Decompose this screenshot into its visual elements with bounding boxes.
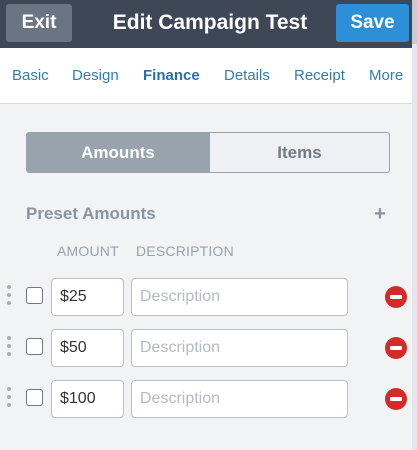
segment-items[interactable]: Items <box>209 133 389 172</box>
drag-handle-icon[interactable] <box>6 335 12 359</box>
drag-handle-icon[interactable] <box>6 386 12 410</box>
scrollbar-thumb[interactable] <box>412 0 417 44</box>
description-input[interactable]: Description <box>131 380 348 418</box>
amount-input[interactable]: $100 <box>51 380 124 418</box>
section-title: Preset Amounts <box>26 204 156 223</box>
row-checkbox[interactable] <box>26 338 43 355</box>
tab-bar: Basic Design Finance Details Receipt Mor… <box>0 48 412 104</box>
tab-design[interactable]: Design <box>72 48 119 104</box>
description-input[interactable]: Description <box>131 278 348 316</box>
preset-row: $100 Description <box>0 380 412 418</box>
column-header-amount: AMOUNT <box>57 243 119 259</box>
tab-finance[interactable]: Finance <box>143 48 200 104</box>
app-header: Exit Edit Campaign Test Save <box>0 0 417 48</box>
minus-circle-icon[interactable] <box>385 388 407 410</box>
row-checkbox[interactable] <box>26 287 43 304</box>
segment-amounts[interactable]: Amounts <box>27 133 209 172</box>
tab-more[interactable]: More <box>369 48 403 104</box>
amount-input[interactable]: $25 <box>51 278 124 316</box>
plus-icon[interactable]: + <box>372 204 388 224</box>
preset-row: $50 Description <box>0 329 412 367</box>
description-input[interactable]: Description <box>131 329 348 367</box>
exit-button[interactable]: Exit <box>6 4 72 42</box>
page-title: Edit Campaign Test <box>112 11 308 34</box>
tab-details[interactable]: Details <box>224 48 270 104</box>
scrollbar-track[interactable] <box>412 0 417 450</box>
minus-circle-icon[interactable] <box>385 286 407 308</box>
tab-basic[interactable]: Basic <box>12 48 49 104</box>
save-button[interactable]: Save <box>336 4 409 42</box>
tab-receipt[interactable]: Receipt <box>294 48 345 104</box>
column-header-description: DESCRIPTION <box>136 243 234 259</box>
segmented-control: Amounts Items <box>26 132 390 173</box>
preset-row: $25 Description <box>0 278 412 316</box>
drag-handle-icon[interactable] <box>6 284 12 308</box>
minus-circle-icon[interactable] <box>385 337 407 359</box>
amount-input[interactable]: $50 <box>51 329 124 367</box>
row-checkbox[interactable] <box>26 389 43 406</box>
